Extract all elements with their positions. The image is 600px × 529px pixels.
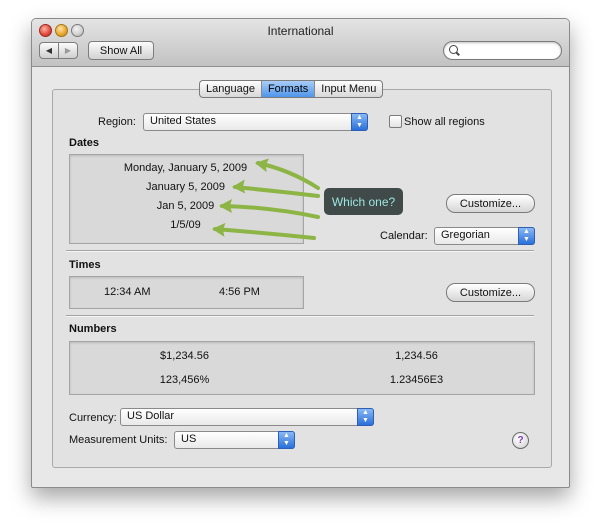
times-heading: Times: [69, 259, 101, 271]
numbers-heading: Numbers: [69, 323, 117, 335]
currency-label: Currency:: [69, 412, 117, 424]
dates-heading: Dates: [69, 137, 99, 149]
number-sample-percent: 123,456%: [159, 374, 210, 386]
currency-popup[interactable]: US Dollar ▲ ▼: [120, 408, 374, 426]
number-sample-currency: $1,234.56: [160, 350, 209, 362]
popup-arrows-icon: ▲ ▼: [357, 408, 374, 426]
back-button[interactable]: ◀: [39, 42, 59, 59]
calendar-popup[interactable]: Gregorian ▲ ▼: [434, 227, 535, 245]
window-title: International: [267, 24, 334, 38]
number-sample-decimal: 1,234.56: [395, 350, 438, 362]
title-bar: International ◀ ▶ Show All: [32, 19, 569, 67]
region-popup[interactable]: United States ▲ ▼: [143, 113, 368, 131]
currency-value: US Dollar: [127, 410, 175, 422]
annotation-bubble: Which one?: [324, 188, 403, 215]
tab-formats[interactable]: Formats: [261, 81, 316, 97]
date-sample-short: 1/5/09: [170, 219, 201, 231]
show-all-button[interactable]: Show All: [88, 41, 154, 60]
calendar-value: Gregorian: [441, 229, 490, 241]
date-sample-medium: Jan 5, 2009: [156, 200, 215, 212]
tab-language[interactable]: Language: [200, 81, 262, 97]
tab-bar: Language Formats Input Menu: [199, 80, 384, 98]
separator: [66, 315, 534, 317]
time-sample-1: 12:34 AM: [104, 286, 151, 298]
measurement-popup[interactable]: US ▲ ▼: [174, 431, 295, 449]
date-sample-long: January 5, 2009: [146, 181, 225, 193]
help-icon[interactable]: ?: [512, 432, 529, 449]
popup-arrows-icon: ▲ ▼: [278, 431, 295, 449]
separator: [66, 250, 534, 252]
measurement-value: US: [181, 433, 197, 445]
number-sample-scientific: 1.23456E3: [389, 374, 444, 386]
popup-arrows-icon: ▲ ▼: [351, 113, 368, 131]
region-label: Region:: [98, 116, 136, 128]
region-value: United States: [150, 115, 217, 127]
dates-customize-button[interactable]: Customize...: [446, 194, 535, 213]
tab-input-menu[interactable]: Input Menu: [315, 81, 382, 97]
search-icon: [449, 45, 458, 54]
time-sample-2: 4:56 PM: [219, 286, 260, 298]
show-all-regions-checkbox[interactable]: [389, 115, 402, 128]
popup-arrows-icon: ▲ ▼: [518, 227, 535, 245]
show-all-regions-label: Show all regions: [404, 116, 485, 128]
measurement-label: Measurement Units:: [69, 434, 168, 446]
search-field[interactable]: [443, 41, 562, 60]
date-sample-full: Monday, January 5, 2009: [123, 162, 248, 174]
calendar-label: Calendar:: [380, 230, 428, 242]
times-customize-button[interactable]: Customize...: [446, 283, 535, 302]
forward-button[interactable]: ▶: [58, 42, 78, 59]
